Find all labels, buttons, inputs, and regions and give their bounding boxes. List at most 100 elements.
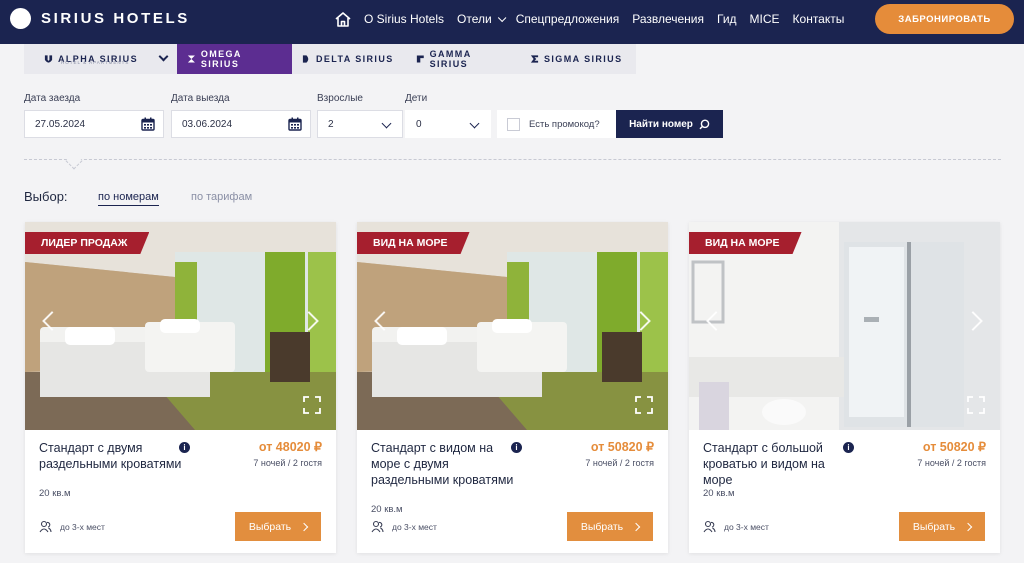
checkout-field[interactable]: 03.06.2024	[171, 110, 311, 138]
tab-alpha-subtitle: HOTEL & APARTMENTS	[61, 60, 130, 65]
adults-select[interactable]: 2	[317, 110, 403, 138]
choice-label: Выбор:	[24, 189, 68, 204]
room-price: от 50820 ₽	[922, 440, 986, 454]
room-card: ВИД НА МОРЕ Стандарт с видом на море с д…	[357, 222, 668, 553]
room-price: от 48020 ₽	[258, 440, 322, 454]
find-room-button[interactable]: Найти номер	[616, 110, 723, 138]
fullscreen-icon[interactable]	[635, 396, 653, 414]
room-card: ЛИДЕР ПРОДАЖ Стандарт с двумя раздельным…	[25, 222, 336, 553]
guests-icon	[371, 520, 384, 533]
adults-value: 2	[328, 118, 334, 130]
room-card: ВИД НА МОРЕ Стандарт с большой кроватью …	[689, 222, 1000, 553]
promo-label: Есть промокод?	[529, 118, 600, 130]
stay-summary: 7 ночей / 2 гостя	[585, 458, 654, 468]
capacity-label: до 3-х мест	[724, 521, 769, 532]
select-room-button[interactable]: Выбрать	[567, 512, 653, 541]
chevron-down-icon	[469, 118, 480, 129]
promo-code-toggle[interactable]: Есть промокод?	[497, 110, 616, 138]
chevron-down-icon	[158, 51, 169, 62]
hotel-tabs: ALPHA SIRIUS HOTEL & APARTMENTS OMEGA SI…	[24, 44, 636, 74]
select-label: Выбрать	[580, 520, 624, 533]
room-name[interactable]: Стандарт с большой кроватью и видом на м…	[703, 440, 849, 488]
tab-gamma-sirius[interactable]: GAMMA SIRIUS	[406, 44, 520, 74]
room-photo: ВИД НА МОРЕ	[357, 222, 668, 430]
tab-omega-sirius[interactable]: OMEGA SIRIUS	[177, 44, 292, 74]
checkout-label: Дата выезда	[171, 93, 230, 104]
tab-by-rates[interactable]: по тарифам	[191, 191, 252, 203]
checkin-value: 27.05.2024	[35, 118, 86, 130]
checkin-field[interactable]: 27.05.2024	[24, 110, 164, 138]
logo-text: SIRIUS HOTELS	[41, 10, 190, 27]
chevron-right-icon	[631, 522, 641, 531]
select-label: Выбрать	[912, 520, 956, 533]
promo-checkbox[interactable]	[507, 117, 520, 131]
tab-sigma-label: SIGMA SIRIUS	[544, 54, 623, 64]
nav-guide[interactable]: Гид	[717, 12, 737, 26]
divider	[24, 159, 1001, 160]
adults-label: Взрослые	[317, 93, 363, 104]
tab-omega-label: OMEGA SIRIUS	[200, 49, 242, 69]
info-icon[interactable]: i	[843, 442, 854, 453]
gamma-logo-icon	[416, 55, 424, 63]
omega-logo-icon	[187, 55, 195, 63]
info-icon[interactable]: i	[511, 442, 522, 453]
capacity-label: до 3-х мест	[60, 521, 105, 532]
home-icon[interactable]	[334, 11, 352, 27]
room-capacity: до 3-х мест	[39, 520, 105, 533]
children-select[interactable]: 0	[405, 110, 491, 138]
nav-mice[interactable]: MICE	[750, 12, 780, 26]
tab-alpha-sirius[interactable]: ALPHA SIRIUS HOTEL & APARTMENTS	[24, 44, 177, 74]
nav-hotels[interactable]: Отели	[457, 12, 503, 26]
guests-icon	[703, 520, 716, 533]
select-room-button[interactable]: Выбрать	[899, 512, 985, 541]
room-photo: ЛИДЕР ПРОДАЖ	[25, 222, 336, 430]
logo-mark	[10, 8, 31, 29]
stay-summary: 7 ночей / 2 гостя	[917, 458, 986, 468]
search-icon	[699, 119, 710, 129]
children-value: 0	[416, 118, 422, 130]
chevron-right-icon	[299, 522, 309, 531]
guests-icon	[39, 520, 52, 533]
delta-logo-icon	[302, 55, 309, 63]
select-room-button[interactable]: Выбрать	[235, 512, 321, 541]
fullscreen-icon[interactable]	[303, 396, 321, 414]
children-label: Дети	[405, 93, 428, 104]
tab-sigma-sirius[interactable]: SIGMA SIRIUS	[520, 44, 636, 74]
room-photo: ВИД НА МОРЕ	[689, 222, 1000, 430]
divider-notch	[65, 152, 83, 170]
checkin-label: Дата заезда	[24, 93, 81, 104]
alpha-logo-icon	[44, 55, 53, 63]
logo[interactable]: SIRIUS HOTELS	[10, 8, 190, 29]
sigma-logo-icon	[530, 55, 539, 63]
stay-summary: 7 ночей / 2 гостя	[253, 458, 322, 468]
room-capacity: до 3-х мест	[371, 520, 437, 533]
checkout-value: 03.06.2024	[182, 118, 233, 130]
room-area: 20 кв.м	[39, 488, 71, 499]
calendar-icon[interactable]	[288, 117, 302, 131]
room-area: 20 кв.м	[371, 504, 403, 515]
tab-delta-label: DELTA SIRIUS	[316, 54, 394, 64]
badge-sea-view: ВИД НА МОРЕ	[689, 232, 802, 254]
room-name[interactable]: Стандарт с двумя раздельными кроватями	[39, 440, 185, 472]
find-room-label: Найти номер	[629, 118, 693, 130]
calendar-icon[interactable]	[141, 117, 155, 131]
tab-delta-sirius[interactable]: DELTA SIRIUS	[292, 44, 406, 74]
room-price: от 50820 ₽	[590, 440, 654, 454]
nav-special-offers[interactable]: Спецпредложения	[516, 12, 620, 26]
nav-contacts[interactable]: Контакты	[793, 12, 845, 26]
badge-bestseller: ЛИДЕР ПРОДАЖ	[25, 232, 149, 254]
tab-gamma-label: GAMMA SIRIUS	[429, 49, 472, 69]
nav-about[interactable]: O Sirius Hotels	[364, 12, 444, 26]
capacity-label: до 3-х мест	[392, 521, 437, 532]
fullscreen-icon[interactable]	[967, 396, 985, 414]
room-area: 20 кв.м	[703, 488, 735, 499]
chevron-right-icon	[963, 522, 973, 531]
top-navigation-bar: SIRIUS HOTELS O Sirius Hotels Отели Спец…	[0, 0, 1024, 44]
select-label: Выбрать	[248, 520, 292, 533]
tab-by-rooms[interactable]: по номерам	[98, 191, 159, 206]
room-name[interactable]: Стандарт с видом на море с двумя раздель…	[371, 440, 517, 488]
book-button[interactable]: ЗАБРОНИРОВАТЬ	[875, 4, 1014, 34]
main-nav: O Sirius Hotels Отели Спецпредложения Ра…	[334, 11, 857, 27]
nav-entertainment[interactable]: Развлечения	[632, 12, 704, 26]
info-icon[interactable]: i	[179, 442, 190, 453]
